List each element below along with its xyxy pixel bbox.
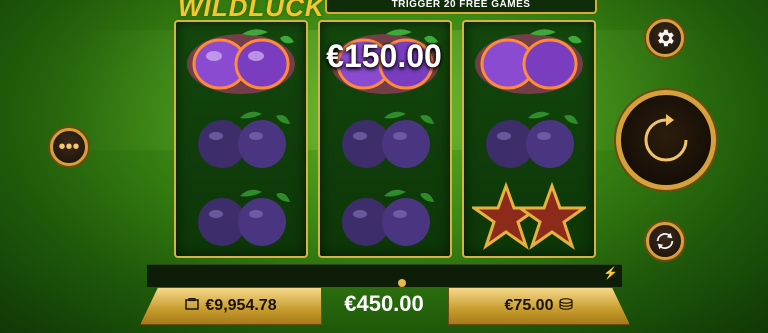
spin-icon	[644, 114, 688, 162]
balance-value: €9,954.78	[205, 297, 277, 314]
spin-button[interactable]	[616, 90, 716, 190]
plum-icon	[198, 189, 290, 246]
symbol-star	[464, 178, 594, 256]
symbol-plum	[320, 178, 450, 256]
bet-display[interactable]: €75.00	[448, 287, 630, 325]
symbol-plum	[320, 100, 450, 178]
plum-fire-icon	[187, 29, 295, 94]
coins-icon	[559, 297, 574, 316]
banner-text: TRIGGER 20 FREE GAMES	[391, 0, 531, 10]
plum-icon	[342, 111, 434, 168]
symbol-plum	[464, 100, 594, 178]
symbol-plum-fire	[464, 22, 594, 100]
settings-button[interactable]	[646, 19, 684, 57]
autoplay-icon	[656, 232, 674, 250]
more-menu-button[interactable]: •••	[50, 128, 88, 166]
total-win-display: €450.00	[344, 291, 424, 316]
plum-icon	[486, 111, 578, 168]
plum-icon	[342, 189, 434, 246]
symbol-plum-fire	[176, 22, 306, 100]
free-games-banner: TRIGGER 20 FREE GAMES	[325, 0, 597, 14]
symbol-plum	[176, 100, 306, 178]
plum-icon	[198, 111, 290, 168]
star-icon	[472, 181, 586, 250]
balance-display: €9,954.78	[140, 287, 322, 325]
reel-1	[174, 20, 308, 258]
plum-fire-icon	[475, 29, 583, 94]
turbo-icon[interactable]: ⚡	[603, 266, 618, 280]
win-amount: €150.00	[326, 38, 442, 74]
symbol-plum	[176, 178, 306, 256]
bet-value: €75.00	[504, 297, 554, 314]
reel-3	[462, 20, 596, 258]
autoplay-button[interactable]	[646, 222, 684, 260]
wallet-icon	[185, 297, 200, 315]
more-icon: •••	[58, 136, 80, 158]
gear-icon	[658, 29, 674, 47]
